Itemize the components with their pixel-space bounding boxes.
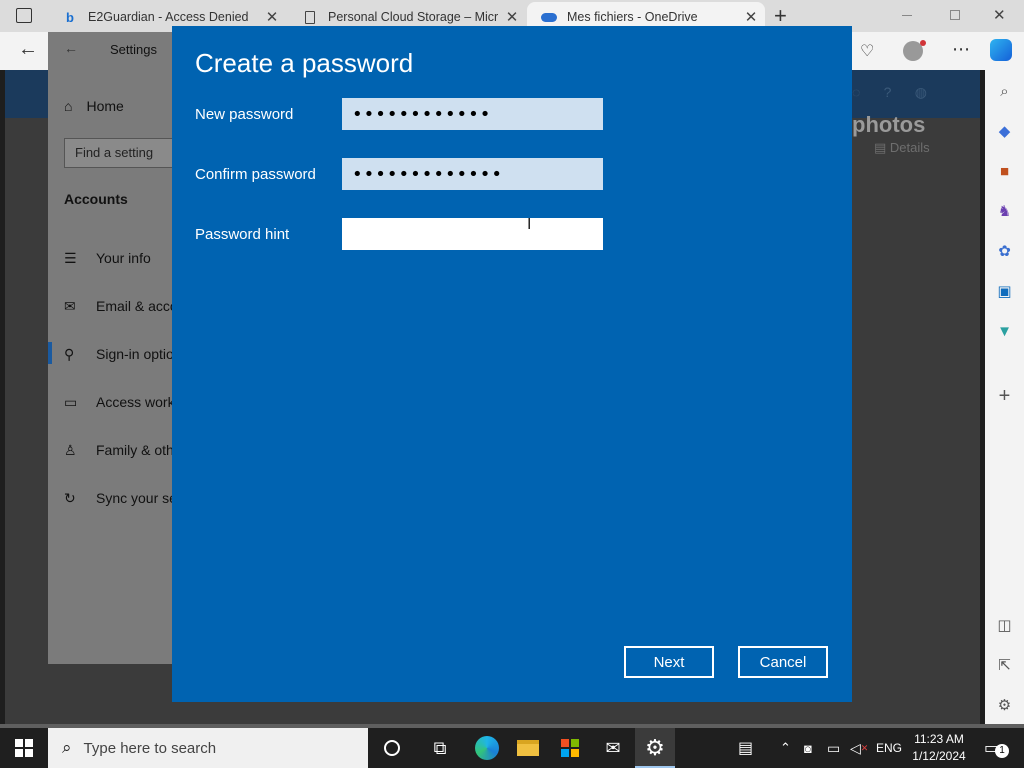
add-icon[interactable]: + <box>985 384 1024 408</box>
person-card-icon: ☰ <box>64 250 77 266</box>
notification-badge: 1 <box>995 744 1009 758</box>
clock[interactable]: 11:23 AM 1/12/2024 <box>906 731 972 765</box>
tab-title: Mes fichiers - OneDrive <box>567 10 698 24</box>
password-hint-label: Password hint <box>195 226 290 243</box>
chevron-up-icon[interactable]: ⌃ <box>780 728 791 768</box>
sidebar-item-email-accounts[interactable]: ✉ Email & acco <box>64 298 178 315</box>
settings-section-title: Accounts <box>64 191 128 207</box>
more-options-icon[interactable]: ⋯ <box>952 39 970 60</box>
tab-actions-icon[interactable] <box>16 8 32 23</box>
confirm-password-label: Confirm password <box>195 166 316 183</box>
sidebar-item-your-info[interactable]: ☰ Your info <box>64 250 151 267</box>
sidebar-item-access-work[interactable]: ▭ Access work <box>64 394 175 411</box>
settings-home-label: Home <box>86 98 124 114</box>
taskbar-search-placeholder: Type here to search <box>83 739 217 757</box>
store-icon[interactable] <box>550 728 590 768</box>
clock-time: 11:23 AM <box>914 732 964 746</box>
confirm-password-field[interactable] <box>342 158 603 190</box>
password-hint-field[interactable] <box>342 218 603 250</box>
selected-indicator <box>48 342 52 364</box>
gear-icon[interactable]: ⚙ <box>635 728 675 768</box>
edge-icon[interactable] <box>467 728 507 768</box>
profile-status-dot-icon <box>920 40 926 46</box>
onedrive-icon <box>541 9 557 25</box>
language-indicator[interactable]: ENG <box>876 728 902 768</box>
page-heading-fragment: photos <box>852 112 926 137</box>
text-cursor-icon: I <box>527 216 532 233</box>
details-icon: ▤ <box>874 140 890 155</box>
new-password-label: New password <box>195 106 294 123</box>
sidebar-toggle-icon[interactable]: ◫ <box>985 614 1024 638</box>
windows-icon <box>15 739 33 757</box>
sync-icon: ↻ <box>64 490 76 506</box>
sidebar-item-sync[interactable]: ↻ Sync your se <box>64 490 177 507</box>
shopping-tag-icon[interactable]: ◆ <box>985 120 1024 144</box>
drop-icon[interactable]: ▼ <box>985 320 1024 344</box>
person-add-icon: ♙ <box>64 442 77 458</box>
sidebar-item-family[interactable]: ♙ Family & oth <box>64 442 174 459</box>
page-icon <box>302 9 318 25</box>
new-password-field[interactable] <box>342 98 603 130</box>
meet-now-icon[interactable]: ◙ <box>804 728 812 768</box>
settings-window-title: Settings <box>110 42 157 57</box>
cancel-button[interactable]: Cancel <box>738 646 828 678</box>
taskbar-search-box[interactable]: ⌕ Type here to search <box>48 728 368 768</box>
games-icon[interactable]: ♞ <box>985 200 1024 224</box>
volume-muted-icon[interactable]: ◁ ✕ <box>850 728 868 768</box>
open-external-icon[interactable]: ⇱ <box>985 654 1024 678</box>
next-button[interactable]: Next <box>624 646 714 678</box>
gear-icon[interactable]: ⚙ <box>985 694 1024 718</box>
sidebar-item-label: Sign-in optio <box>96 346 174 362</box>
close-icon[interactable]: ✕ <box>258 8 286 26</box>
health-icon[interactable]: ♡ <box>860 41 874 61</box>
search-icon: ⌕ <box>62 738 72 757</box>
minimize-icon[interactable] <box>902 15 912 16</box>
mail-icon: ✉ <box>64 298 76 314</box>
dialog-title: Create a password <box>195 48 414 78</box>
close-icon[interactable]: ✕ <box>498 8 526 26</box>
sidebar-item-label: Your info <box>96 250 151 266</box>
tools-icon[interactable]: ■ <box>985 160 1024 184</box>
task-view-icon[interactable]: ⧉ <box>420 728 460 768</box>
close-icon[interactable]: ✕ <box>737 8 765 26</box>
details-label: Details <box>889 140 930 155</box>
copilot-icon[interactable] <box>990 39 1012 61</box>
cortana-icon[interactable] <box>372 728 412 768</box>
sidebar-item-sign-in-options[interactable]: ⚲ Sign-in optio <box>64 346 174 363</box>
sidebar-item-label: Email & acco <box>96 298 178 314</box>
outlook-icon[interactable]: ▣ <box>985 280 1024 304</box>
mail-icon[interactable]: ✉ <box>593 728 633 768</box>
microsoft365-icon[interactable]: ✿ <box>985 240 1024 264</box>
onedrive-header-icons: ◌ ? ◍ <box>852 84 927 100</box>
sidebar-item-label: Sync your se <box>96 490 177 506</box>
news-widget-icon[interactable]: ▤ <box>738 728 753 768</box>
tab-title: E2Guardian - Access Denied <box>88 10 249 24</box>
back-arrow-icon[interactable]: ← <box>64 40 78 56</box>
file-explorer-icon[interactable] <box>508 728 548 768</box>
clock-date: 1/12/2024 <box>912 749 966 763</box>
settings-home[interactable]: ⌂ Home <box>64 98 124 114</box>
search-icon[interactable]: ⌕ <box>985 80 1024 104</box>
sidebar-item-label: Access work <box>96 394 175 410</box>
start-button[interactable] <box>0 728 48 768</box>
briefcase-icon: ▭ <box>64 394 78 410</box>
sidebar-item-label: Family & oth <box>96 442 174 458</box>
settings-search-input[interactable]: Find a setting <box>64 138 174 168</box>
details-button[interactable]: ▤ Details <box>874 140 930 156</box>
tab-title: Personal Cloud Storage – Micros <box>328 10 498 24</box>
back-arrow-icon[interactable]: ← <box>18 38 38 61</box>
restore-icon[interactable] <box>950 10 960 20</box>
network-icon[interactable]: ▭ <box>827 728 840 768</box>
window-close-icon[interactable]: ✕ <box>993 6 1006 24</box>
bing-icon: b <box>66 9 74 25</box>
key-icon: ⚲ <box>64 346 75 362</box>
home-icon: ⌂ <box>64 98 73 114</box>
